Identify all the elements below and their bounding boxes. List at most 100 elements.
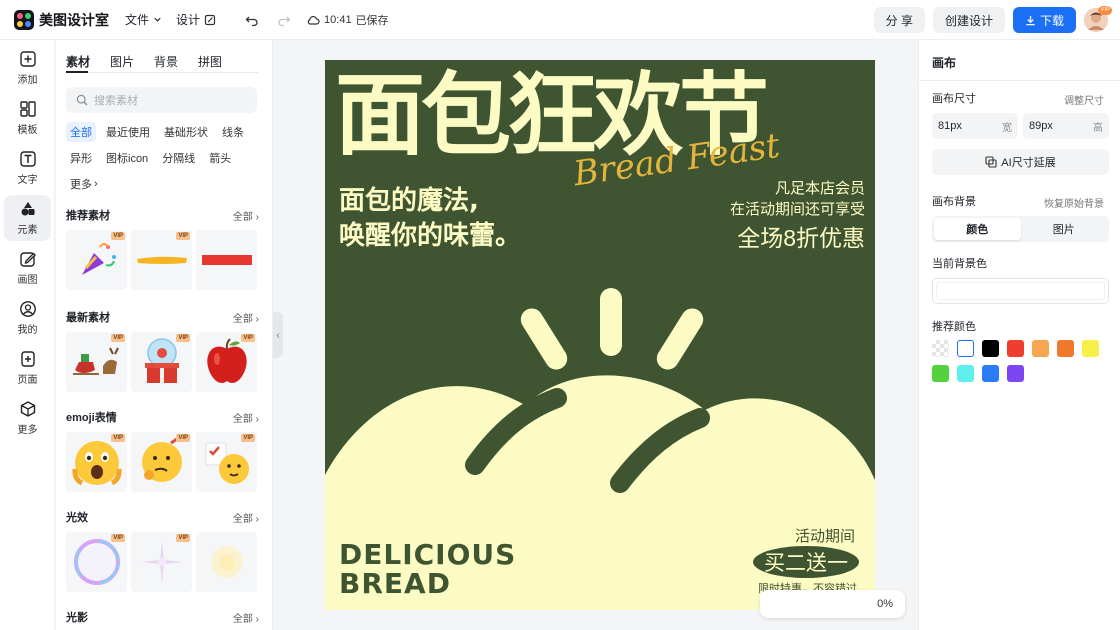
swatch-red[interactable] — [1007, 340, 1024, 357]
chip-more[interactable]: 更多 › — [66, 174, 102, 194]
save-status: 10:41 已保存 — [306, 12, 389, 28]
rail-item-add[interactable]: 添加 — [0, 43, 55, 93]
collapse-panel-button[interactable]: ‹ — [273, 312, 283, 358]
cloud-icon — [307, 15, 320, 25]
poster-promo-line2[interactable]: 在活动期间还可享受 — [730, 198, 865, 219]
swatch-orange[interactable] — [1057, 340, 1074, 357]
poster-event-label[interactable]: 活动期间 — [795, 525, 855, 546]
section-title-newest: 最新素材 — [66, 312, 110, 324]
chip-lines[interactable]: 线条 — [218, 122, 248, 142]
asset-emoji-shocked[interactable]: VIP — [66, 432, 127, 492]
rail-item-template[interactable]: 模板 — [0, 93, 55, 143]
swatch-light-orange[interactable] — [1032, 340, 1049, 357]
asset-glow[interactable] — [196, 532, 257, 592]
tab-images[interactable]: 图片 — [110, 53, 134, 74]
zoom-control[interactable]: 0% — [760, 590, 905, 618]
chip-recent[interactable]: 最近使用 — [102, 122, 154, 142]
rail-label-add: 添加 — [17, 75, 38, 86]
poster-promo-big[interactable]: 全场8折优惠 — [737, 219, 865, 253]
chip-irregular[interactable]: 异形 — [66, 148, 96, 168]
canvas-size-label: 画布尺寸 — [932, 93, 976, 105]
sparkle-icon — [140, 541, 183, 583]
section-all-light-shadow[interactable]: 全部 › — [233, 610, 259, 625]
vip-badge: VIP — [111, 434, 125, 442]
asset-yellow-brush[interactable]: VIP — [131, 230, 192, 290]
poster-slogan-line2[interactable]: 唤醒你的味蕾。 — [339, 215, 521, 252]
chip-arrows[interactable]: 箭头 — [205, 148, 235, 168]
file-menu-button[interactable]: 文件 — [125, 11, 162, 28]
seg-image[interactable]: 图片 — [1021, 218, 1108, 240]
rail-item-page[interactable]: 页面 — [0, 343, 55, 393]
poster-en-line2[interactable]: BREAD — [339, 569, 451, 599]
file-menu-label: 文件 — [125, 13, 150, 27]
swatch-transparent[interactable] — [932, 340, 949, 357]
search-input[interactable]: 搜索素材 — [66, 87, 257, 113]
poster-en-line1[interactable]: DELICIOUS — [339, 540, 516, 570]
rail-item-draw[interactable]: 画图 — [0, 243, 55, 293]
create-design-button[interactable]: 创建设计 — [932, 7, 1005, 33]
width-input[interactable]: 81px 宽 — [932, 113, 1018, 139]
asset-sparkle[interactable]: VIP — [131, 532, 192, 592]
poster-event-badge[interactable]: 买二送一 — [753, 546, 859, 578]
swatch-cyan[interactable] — [957, 365, 974, 382]
save-status-text: 已保存 — [355, 14, 389, 27]
vip-badge: VIP — [176, 534, 190, 542]
chevron-left-icon: ‹ — [276, 329, 280, 341]
chip-all[interactable]: 全部 — [66, 122, 96, 142]
asset-sleigh[interactable]: VIP — [66, 332, 127, 392]
asset-red-bar[interactable] — [196, 230, 257, 290]
section-all-light-effects[interactable]: 全部 › — [233, 510, 259, 525]
design-menu-button[interactable]: 设计 — [176, 11, 216, 28]
vip-badge: VIP — [176, 232, 190, 240]
avatar[interactable]: VIP — [1084, 6, 1112, 32]
panel-divider — [919, 80, 1120, 81]
asset-apple[interactable]: VIP — [196, 332, 257, 392]
checklist-face-emoji-icon — [205, 442, 249, 484]
section-all-emoji[interactable]: 全部 › — [233, 410, 259, 425]
resize-link[interactable]: 调整尺寸 — [1064, 92, 1104, 107]
seg-color[interactable]: 颜色 — [934, 218, 1021, 240]
rail-item-more[interactable]: 更多 — [0, 393, 55, 443]
reset-bg-link[interactable]: 恢复原始背景 — [1044, 195, 1104, 210]
rainbow-ring-icon — [73, 539, 120, 585]
section-all-recommended[interactable]: 全部 › — [233, 208, 259, 223]
vip-badge: VIP — [241, 334, 255, 342]
poster-canvas[interactable]: 面包狂欢节 Bread Feast 面包的魔法, 唤醒你的味蕾。 凡足本店会员 … — [325, 60, 875, 610]
chip-dividers[interactable]: 分隔线 — [158, 148, 199, 168]
sun-ray — [656, 308, 704, 370]
create-design-label: 创建设计 — [944, 13, 993, 28]
current-bg-color-field[interactable] — [932, 278, 1109, 304]
asset-party-popper[interactable]: VIP — [66, 230, 127, 290]
chip-icons[interactable]: 图标icon — [102, 148, 152, 168]
chip-basic-shapes[interactable]: 基础形状 — [160, 122, 212, 142]
swatch-yellow[interactable] — [1082, 340, 1099, 357]
app-logo-icon[interactable] — [14, 9, 34, 30]
category-chips: 全部 最近使用 基础形状 线条 异形 图标icon 分隔线 箭头 更多 › — [56, 113, 266, 194]
height-input[interactable]: 89px 高 — [1023, 113, 1109, 139]
swatch-black[interactable] — [982, 340, 999, 357]
redo-button[interactable] — [274, 10, 294, 30]
rail-item-elements[interactable]: 元素 — [0, 193, 55, 243]
swatch-purple[interactable] — [1007, 365, 1024, 382]
swatch-blue[interactable] — [982, 365, 999, 382]
rail-item-text[interactable]: 文字 — [0, 143, 55, 193]
rail-item-mine[interactable]: 我的 — [0, 293, 55, 343]
section-all-newest[interactable]: 全部 › — [233, 310, 259, 325]
asset-rainbow-ring[interactable]: VIP — [66, 532, 127, 592]
canvas-bg-label: 画布背景 — [932, 196, 976, 208]
undo-button[interactable] — [242, 10, 262, 30]
download-button[interactable]: 下载 — [1012, 7, 1076, 33]
share-button[interactable]: 分 享 — [873, 7, 925, 33]
swatch-white[interactable] — [957, 340, 974, 357]
asset-emoji-thinking[interactable]: VIP — [131, 432, 192, 492]
poster-promo-line1[interactable]: 凡足本店会员 — [775, 177, 865, 198]
tab-backgrounds[interactable]: 背景 — [154, 53, 178, 74]
asset-gift-globe[interactable]: VIP — [131, 332, 192, 392]
tab-collage[interactable]: 拼图 — [198, 53, 222, 74]
ai-expand-button[interactable]: AI尺寸延展 — [932, 149, 1109, 175]
asset-emoji-checklist[interactable]: VIP — [196, 432, 257, 492]
poster-slogan-line1[interactable]: 面包的魔法, — [339, 180, 479, 217]
swatch-green[interactable] — [932, 365, 949, 382]
section-title-light-effects: 光效 — [66, 512, 88, 524]
recommended-colors-label: 推荐颜色 — [932, 321, 976, 333]
